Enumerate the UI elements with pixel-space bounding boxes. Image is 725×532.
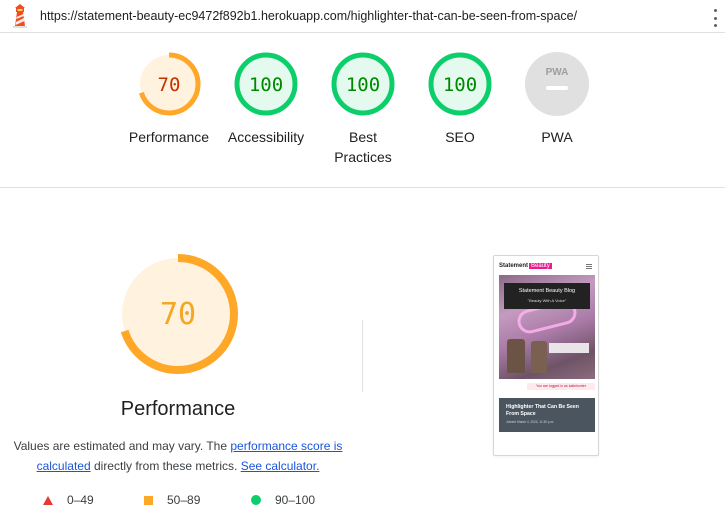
desc-text: directly from these metrics. — [90, 459, 241, 473]
post-title: Highlighter That Can Be Seen From Space — [506, 404, 579, 417]
best-practices-gauge-icon: 100 — [331, 52, 395, 116]
average-square-icon — [144, 495, 153, 505]
gauge-label: Accessibility — [227, 129, 305, 145]
gauge-label: Performance — [128, 129, 210, 145]
legend-average: 50–89 — [144, 492, 200, 508]
table-shape — [549, 343, 589, 353]
gauge-score: 100 — [346, 74, 380, 96]
gauge-score: 70 — [158, 74, 181, 96]
section-divider — [362, 320, 363, 392]
desc-text: Values are estimated and may vary. The — [13, 439, 231, 453]
url-bar: https://statement-beauty-ec9472f892b1.he… — [0, 0, 725, 33]
lighthouse-icon — [13, 4, 27, 28]
see-calculator-link[interactable]: See calculator. — [241, 459, 320, 473]
performance-large-gauge[interactable]: 70 — [116, 252, 240, 376]
accessibility-gauge-icon: 100 — [234, 52, 298, 116]
hero-title: Statement Beauty Blog — [518, 288, 576, 294]
screenshot-hero-image: Statement Beauty Blog "Beauty With A Voi… — [499, 275, 595, 379]
gauge-seo[interactable]: 100 SEO — [410, 51, 510, 147]
gauge-accessibility[interactable]: 100 Accessibility — [216, 51, 316, 147]
logged-in-notice: You are logged in as katiehunter — [527, 383, 595, 390]
gauge-label: Best Practices — [334, 129, 392, 165]
performance-score: 70 — [160, 297, 196, 332]
post-meta: Joined: March 4, 2024, 11:30 p.m. — [506, 420, 555, 424]
gauge-pwa[interactable]: PWA PWA — [507, 51, 607, 147]
gauge-label: PWA — [541, 129, 573, 145]
legend-range: 0–49 — [67, 493, 94, 507]
hamburger-icon — [586, 264, 592, 269]
pass-circle-icon — [251, 495, 261, 505]
fail-triangle-icon — [43, 495, 53, 505]
gauge-performance[interactable]: 70 Performance — [119, 51, 219, 147]
performance-gauge-icon: 70 — [137, 52, 201, 116]
seo-gauge-icon: 100 — [428, 52, 492, 116]
legend-pass: 90–100 — [251, 492, 315, 508]
hero-banner: Statement Beauty Blog "Beauty With A Voi… — [504, 283, 590, 309]
gauge-label: SEO — [445, 129, 475, 145]
final-screenshot-thumbnail[interactable]: Statement Beauty Statement Beauty Blog "B… — [493, 255, 599, 456]
gauge-best-practices[interactable]: 100 Best Practices — [313, 51, 413, 167]
performance-description: Values are estimated and may vary. The p… — [8, 436, 348, 476]
brand-highlight: Beauty — [529, 263, 552, 269]
brand-text: Statement — [499, 263, 529, 269]
kebab-menu-icon[interactable] — [711, 9, 719, 27]
post-card: Highlighter That Can Be Seen From Space … — [499, 398, 595, 432]
screenshot-navbar-brand: Statement Beauty — [499, 263, 552, 269]
page-url: https://statement-beauty-ec9472f892b1.he… — [40, 9, 578, 23]
gauge-score: 100 — [443, 74, 477, 96]
hero-subtitle: "Beauty With A Voice" — [527, 298, 567, 303]
legend-range: 50–89 — [167, 493, 201, 507]
gauge-score: 100 — [249, 74, 283, 96]
legend-range: 90–100 — [275, 493, 316, 507]
score-gauges-row: 70 Performance 100 Accessibility 100 Bes… — [0, 33, 725, 188]
chair-shape — [531, 341, 547, 373]
performance-title: Performance — [120, 398, 236, 420]
chair-shape — [507, 339, 525, 373]
pwa-badge-icon: PWA — [525, 52, 589, 116]
legend-fail: 0–49 — [43, 492, 94, 508]
pwa-badge-text: PWA — [546, 67, 569, 78]
